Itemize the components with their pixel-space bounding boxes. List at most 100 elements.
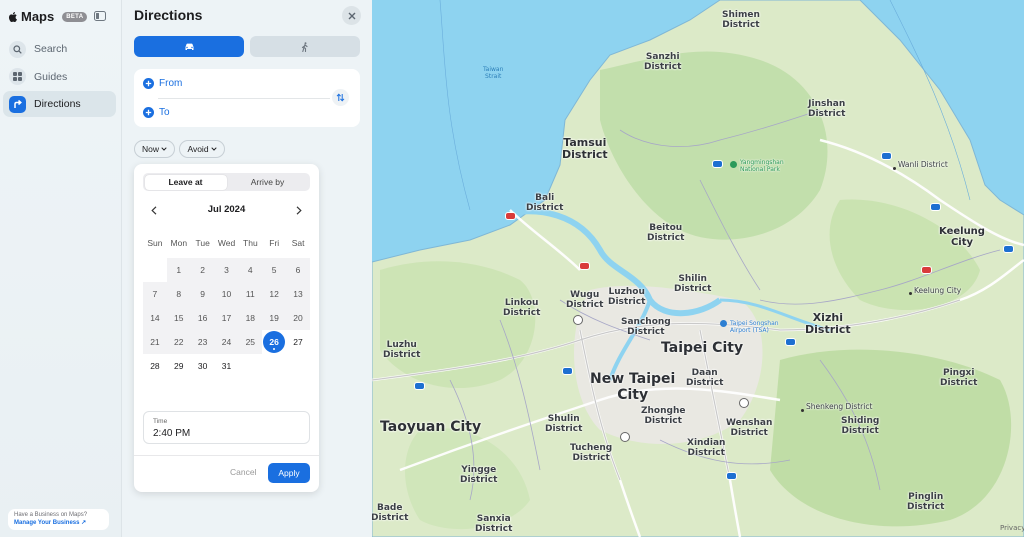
time-value: 2:40 PM	[153, 428, 191, 439]
park-icon[interactable]	[730, 161, 737, 168]
swap-button[interactable]	[332, 89, 349, 106]
sidebar-toggle-button[interactable]	[91, 8, 109, 24]
from-field[interactable]: From	[143, 78, 182, 89]
calendar-day: 10	[214, 282, 239, 306]
date-time-picker: Leave at Arrive by Jul 2024 Sun Mon Tue …	[134, 164, 319, 492]
map-label-place: Pingxi District	[940, 368, 978, 388]
privacy-link[interactable]: Privacy	[1000, 523, 1024, 533]
map-label-place: Taipei City	[661, 340, 744, 356]
calendar-day: 18	[238, 306, 263, 330]
selected-day[interactable]: 26	[263, 331, 286, 353]
chevron-right-icon	[296, 205, 302, 215]
map-label-place: Sanxia District	[475, 514, 513, 534]
avoid-label: Avoid	[187, 144, 209, 154]
sidebar-toggle-icon	[94, 11, 106, 21]
arrive-by-option[interactable]: Arrive by	[227, 175, 309, 190]
weekday-label: Sun	[147, 238, 163, 248]
business-promo[interactable]: Have a Business on Maps? Manage Your Bus…	[8, 509, 109, 530]
calendar-day: 8	[166, 282, 191, 306]
calendar-day[interactable]: 29	[167, 354, 191, 378]
time-field[interactable]: Time 2:40 PM	[143, 411, 310, 444]
leave-at-option[interactable]: Leave at	[144, 174, 227, 190]
map-label-place: Shimen District	[722, 10, 760, 30]
manage-business-link[interactable]: Manage Your Business ↗	[14, 520, 103, 528]
calendar-day[interactable]: 27	[286, 330, 310, 354]
map-label-place: Bade District	[371, 503, 409, 523]
map-label-place: Keelung City	[914, 286, 962, 295]
swap-icon	[336, 93, 345, 102]
map-label-place: Wenshan District	[726, 418, 773, 438]
calendar-day: 13	[286, 282, 310, 306]
calendar-day: 23	[190, 330, 215, 354]
cancel-button[interactable]: Cancel	[230, 467, 256, 477]
map-label-place: Shenkeng District	[806, 402, 873, 411]
to-field[interactable]: To	[143, 107, 170, 118]
airport-icon[interactable]	[720, 320, 727, 327]
map-label-place: Shulin District	[545, 414, 583, 434]
sidebar-item-label: Directions	[34, 98, 81, 110]
calendar-day: 5	[262, 258, 287, 282]
calendar-day[interactable]: 28	[143, 354, 167, 378]
weekday-header: Sun Mon Tue Wed Thu Fri Sat	[143, 238, 310, 248]
map-label-place: Sanchong District	[621, 317, 671, 337]
map-label-place: Wugu District	[566, 290, 604, 310]
directions-icon	[9, 95, 26, 113]
calendar-day: 3	[214, 258, 239, 282]
app-brand: Maps BETA	[8, 9, 88, 24]
map-label-place: Xizhi District	[805, 311, 851, 336]
map-label-place: Shilin District	[674, 274, 712, 294]
calendar-day: 17	[214, 306, 239, 330]
calendar-day[interactable]: 31	[215, 354, 239, 378]
sidebar-item-search[interactable]: Search	[3, 36, 116, 62]
next-month-button[interactable]	[291, 202, 307, 218]
chevron-down-icon	[161, 147, 167, 151]
avoid-dropdown[interactable]: Avoid	[179, 140, 225, 158]
to-label: To	[159, 107, 170, 118]
map-label-place: Bali District	[526, 193, 564, 213]
highway-shield-icon	[739, 398, 749, 408]
map-label-place: Wanli District	[898, 160, 948, 169]
calendar-day: 24	[214, 330, 239, 354]
airport-label: Taipei Songshan Airport (TSA)	[730, 320, 779, 334]
walk-mode-button[interactable]	[250, 36, 360, 57]
picker-divider	[134, 455, 319, 456]
highway-shield-icon	[921, 266, 932, 274]
weekday-label: Mon	[170, 238, 188, 248]
drive-mode-button[interactable]	[134, 36, 244, 57]
search-icon	[9, 40, 26, 58]
map-label-place: Jinshan District	[808, 99, 846, 119]
time-option-label: Now	[141, 144, 159, 154]
leave-arrive-toggle: Leave at Arrive by	[143, 173, 310, 191]
highway-shield-icon	[562, 367, 573, 375]
sidebar-item-directions[interactable]: Directions	[3, 91, 116, 117]
calendar-day: 15	[166, 306, 191, 330]
highway-shield-icon	[505, 212, 516, 220]
calendar-day[interactable]: 30	[191, 354, 215, 378]
map-label-place: Tucheng District	[570, 443, 613, 463]
map-label-place: Linkou District	[503, 298, 541, 318]
from-label: From	[159, 78, 183, 89]
highway-shield-icon	[573, 315, 583, 325]
add-icon	[143, 107, 154, 118]
panel-title: Directions	[134, 7, 203, 23]
route-inputs: From To	[134, 69, 360, 127]
chevron-down-icon	[210, 147, 217, 151]
calendar-day[interactable]: 26	[262, 330, 286, 354]
close-button[interactable]	[342, 6, 361, 25]
calendar-day: 25	[238, 330, 263, 354]
calendar-day: 1	[166, 258, 191, 282]
grid-icon	[9, 68, 26, 85]
sidebar-item-label: Search	[34, 43, 68, 55]
sidebar-item-guides[interactable]: Guides	[3, 64, 116, 90]
time-option-dropdown[interactable]: Now	[134, 140, 175, 158]
map-label-place: Pinglin District	[907, 492, 945, 512]
map-label-place: New Taipei City	[590, 371, 676, 403]
sidebar: Maps BETA Search Guides Directions Have …	[0, 0, 122, 537]
calendar-day: 9	[190, 282, 215, 306]
car-icon	[185, 43, 193, 50]
map-label-place: Yingge District	[460, 465, 498, 485]
map-label-place: Shiding District	[841, 416, 880, 436]
map-label-place: Sanzhi District	[644, 52, 682, 72]
calendar-day-blank	[143, 258, 167, 282]
apply-button[interactable]: Apply	[268, 463, 310, 483]
